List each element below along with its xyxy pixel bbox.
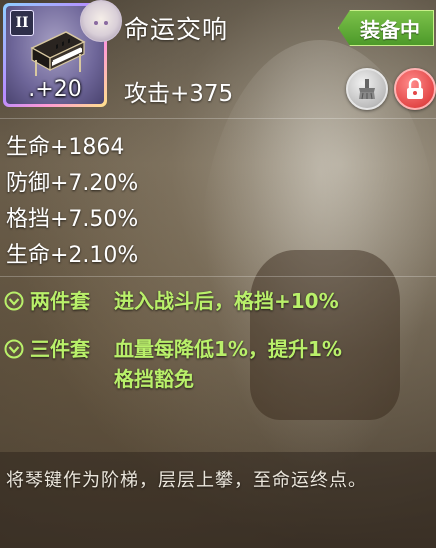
lock-button[interactable] [394,68,436,110]
equipped-badge[interactable]: 装备中 [338,10,434,46]
dismantle-button[interactable] [346,68,388,110]
sub-stats: 生命+1864 防御+7.20% 格挡+7.50% 生命+2.10% [6,130,138,274]
sub-stat: 格挡+7.50% [6,207,139,232]
sub-stat: 生命+1864 [6,135,125,160]
check-circle-icon [4,291,24,311]
divider [0,276,436,277]
piano-icon [30,31,86,76]
broom-icon [359,79,375,100]
set-name: 两件套 [30,289,90,313]
sub-stat: 防御+7.20% [6,171,139,196]
item-title: 命运交响 [124,15,229,44]
set-description: 进入战斗后，格挡+10% [114,289,339,313]
set-description: 血量每降低1%，提升1% 格挡豁免 [114,337,342,391]
check-circle-icon [4,339,24,359]
sub-stat: 生命+2.10% [6,243,139,268]
lock-icon [407,78,423,99]
lore-text: 将琴键作为阶梯，层层上攀，至命运终点。 [6,470,367,491]
enhance-level: .+20 [28,77,82,102]
divider [0,118,436,119]
main-stat: 攻击+375 [124,81,234,107]
set-bonus-2: 两件套 进入战斗后，格挡+10% [4,286,339,316]
set-name: 三件套 [30,337,90,361]
avatar [80,0,122,42]
set-bonus-3: 三件套 血量每降低1%，提升1% 格挡豁免 [4,334,342,394]
